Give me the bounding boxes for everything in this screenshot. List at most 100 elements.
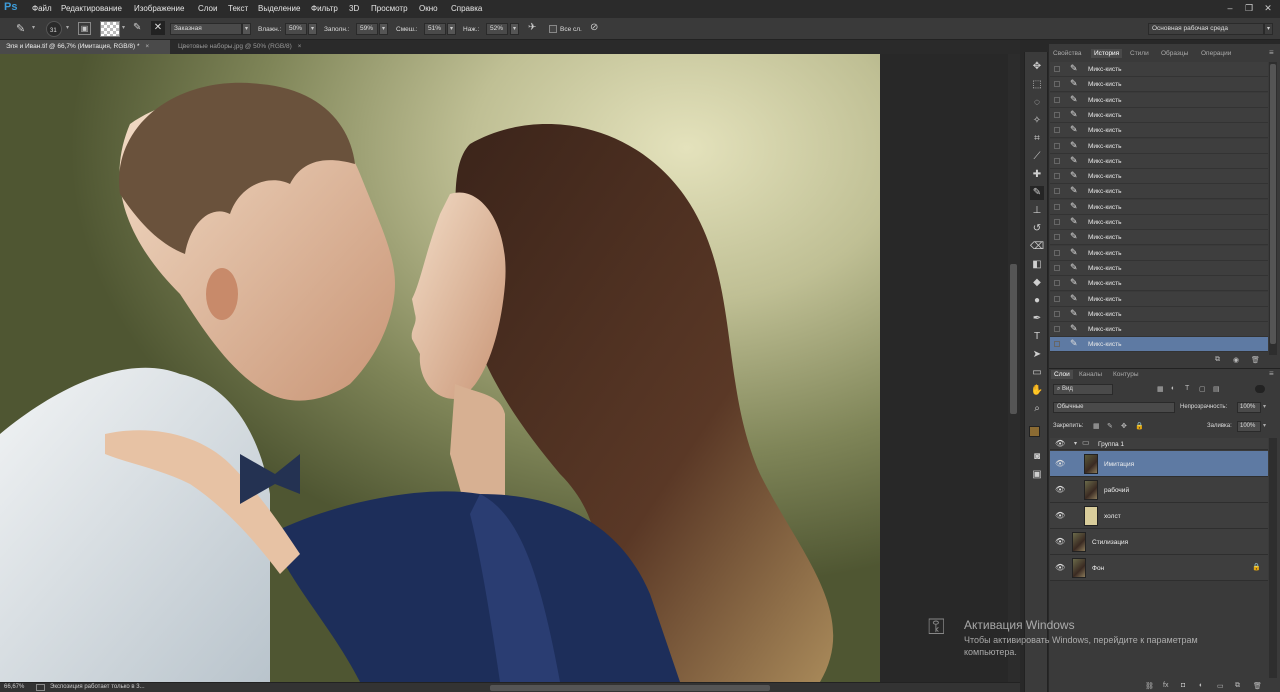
doc-tab-inactive[interactable]: Цветовые наборы.jpg @ 50% (RGB/8) ×: [172, 40, 342, 54]
history-state-row[interactable]: ✎ Микс-кисть: [1050, 123, 1268, 139]
eye-icon[interactable]: 👁: [1055, 459, 1065, 468]
zoom-tool-icon[interactable]: ⌕: [1030, 402, 1044, 416]
history-source-checkbox[interactable]: [1054, 264, 1060, 271]
restore-icon[interactable]: ❐: [1242, 2, 1256, 14]
fill-field[interactable]: 100%: [1237, 421, 1261, 432]
history-source-checkbox[interactable]: [1054, 249, 1060, 256]
menu-type[interactable]: Текст: [228, 4, 248, 13]
tab-actions[interactable]: Операции: [1201, 50, 1231, 57]
filter-pixel-icon[interactable]: ▦: [1157, 385, 1164, 393]
snapshot-icon[interactable]: ◉: [1233, 356, 1239, 364]
adjustment-layer-icon[interactable]: ◐: [1199, 682, 1203, 689]
zoom-level[interactable]: 66,67%: [4, 684, 24, 690]
history-source-checkbox[interactable]: [1054, 157, 1060, 164]
history-source-checkbox[interactable]: [1054, 96, 1060, 103]
path-select-tool-icon[interactable]: ➤: [1030, 348, 1044, 362]
history-source-checkbox[interactable]: [1054, 188, 1060, 195]
history-state-row[interactable]: ✎ Микс-кисть: [1050, 306, 1268, 322]
hand-tool-icon[interactable]: ✋: [1030, 384, 1044, 398]
load-value-dropdown-icon[interactable]: ▾: [379, 23, 388, 35]
filter-smart-icon[interactable]: ▤: [1213, 385, 1220, 393]
menu-window[interactable]: Окно: [419, 4, 438, 13]
lock-all-icon[interactable]: 🔒: [1135, 422, 1144, 430]
mix-combination-dropdown-icon[interactable]: ▾: [242, 23, 251, 35]
history-state-row[interactable]: ✎ Микс-кисть: [1050, 92, 1268, 108]
panel-menu-icon[interactable]: ≡: [1269, 48, 1274, 57]
filter-adjust-icon[interactable]: ◐: [1171, 385, 1175, 392]
workspace-select[interactable]: Основная рабочая среда: [1148, 23, 1264, 35]
filter-type-icon[interactable]: T: [1185, 385, 1189, 392]
layer-style-icon[interactable]: fx: [1163, 682, 1168, 689]
history-source-checkbox[interactable]: [1054, 326, 1060, 333]
history-state-row[interactable]: ✎ Микс-кисть: [1050, 184, 1268, 200]
load-dropdown-icon[interactable]: ▾: [122, 24, 125, 31]
layer-row[interactable]: 👁 холст: [1050, 503, 1268, 529]
history-state-row[interactable]: ✎ Микс-кисть: [1050, 215, 1268, 230]
menu-layers[interactable]: Слои: [198, 4, 217, 13]
trash-icon[interactable]: 🗑: [1251, 356, 1260, 364]
healing-tool-icon[interactable]: ✚: [1030, 168, 1044, 182]
opacity-field[interactable]: 100%: [1237, 402, 1261, 413]
flow-field[interactable]: 52%: [486, 23, 508, 35]
eye-icon[interactable]: 👁: [1055, 485, 1065, 494]
dodge-tool-icon[interactable]: ●: [1030, 294, 1044, 308]
vertical-scroll-thumb[interactable]: [1010, 264, 1017, 414]
history-state-row[interactable]: ✎ Микс-кисть: [1050, 245, 1268, 261]
tab-layers[interactable]: Слои: [1051, 370, 1073, 379]
eye-icon[interactable]: 👁: [1055, 511, 1065, 520]
tab-properties[interactable]: Свойства: [1053, 50, 1082, 57]
history-source-checkbox[interactable]: [1054, 234, 1060, 241]
history-state-row[interactable]: ✎ Микс-кисть: [1050, 337, 1268, 353]
layer-row[interactable]: 👁 рабочий: [1050, 477, 1268, 503]
history-source-checkbox[interactable]: [1054, 111, 1060, 118]
doc-tab-active[interactable]: Эля и Иван.tif @ 66,7% (Имитация, RGB/8)…: [0, 40, 170, 54]
history-state-row[interactable]: ✎ Микс-кисть: [1050, 153, 1268, 169]
filter-shape-icon[interactable]: ▢: [1199, 385, 1206, 393]
move-tool-icon[interactable]: ✥: [1030, 60, 1044, 74]
layer-filter-select[interactable]: ⌕ Вид: [1053, 384, 1113, 395]
lock-transparent-icon[interactable]: ▦: [1093, 422, 1100, 430]
current-load-swatch[interactable]: [100, 21, 120, 37]
layers-menu-icon[interactable]: ≡: [1269, 369, 1274, 378]
history-scrollbar[interactable]: [1269, 62, 1277, 355]
blur-tool-icon[interactable]: ◆: [1030, 276, 1044, 290]
canvas-area[interactable]: [0, 54, 1020, 682]
history-state-row[interactable]: ✎ Микс-кисть: [1050, 199, 1268, 215]
menu-view[interactable]: Просмотр: [371, 4, 408, 13]
pen-tool-icon[interactable]: ✒: [1030, 312, 1044, 326]
mix-field[interactable]: 51%: [424, 23, 446, 35]
mix-dropdown-icon[interactable]: ▾: [447, 23, 456, 35]
mix-combination-select[interactable]: Заказная: [170, 23, 242, 35]
tab-history[interactable]: История: [1091, 49, 1123, 58]
sample-all-checkbox[interactable]: [549, 25, 557, 33]
shape-tool-icon[interactable]: ▭: [1030, 366, 1044, 380]
history-brush-tool-icon[interactable]: ↺: [1030, 222, 1044, 236]
lasso-tool-icon[interactable]: ◌: [1030, 96, 1044, 110]
menu-3d[interactable]: 3D: [349, 4, 359, 13]
tool-preset-dropdown-icon[interactable]: ▾: [32, 24, 35, 31]
tab-swatches[interactable]: Образцы: [1161, 50, 1188, 57]
history-source-checkbox[interactable]: [1054, 203, 1060, 210]
delete-layer-icon[interactable]: 🗑: [1253, 682, 1262, 690]
brush-tool-icon[interactable]: ✎: [1030, 186, 1044, 200]
menu-select[interactable]: Выделение: [258, 4, 300, 13]
history-source-checkbox[interactable]: [1054, 173, 1060, 180]
history-state-row[interactable]: ✎ Микс-кисть: [1050, 260, 1268, 276]
link-layers-icon[interactable]: ⛓: [1145, 682, 1154, 690]
mixer-brush-icon[interactable]: ✎: [16, 22, 25, 35]
layer-row[interactable]: 👁 Фон 🔒: [1050, 555, 1268, 581]
layers-scrollbar[interactable]: [1269, 438, 1277, 678]
tab-channels[interactable]: Каналы: [1079, 371, 1102, 378]
history-state-row[interactable]: ✎ Микс-кисть: [1050, 107, 1268, 123]
horizontal-scroll-thumb[interactable]: [490, 685, 770, 691]
workspace-dropdown-icon[interactable]: ▾: [1264, 23, 1273, 35]
quick-mask-icon[interactable]: ◙: [1030, 450, 1044, 464]
type-tool-icon[interactable]: T: [1030, 330, 1044, 344]
crop-tool-icon[interactable]: ⌗: [1030, 132, 1044, 146]
menu-filter[interactable]: Фильтр: [311, 4, 338, 13]
history-state-row[interactable]: ✎ Микс-кисть: [1050, 230, 1268, 246]
history-state-row[interactable]: ✎ Микс-кисть: [1050, 276, 1268, 292]
stamp-tool-icon[interactable]: ⊥: [1030, 204, 1044, 218]
history-source-checkbox[interactable]: [1054, 219, 1060, 225]
menu-file[interactable]: Файл: [32, 4, 52, 13]
